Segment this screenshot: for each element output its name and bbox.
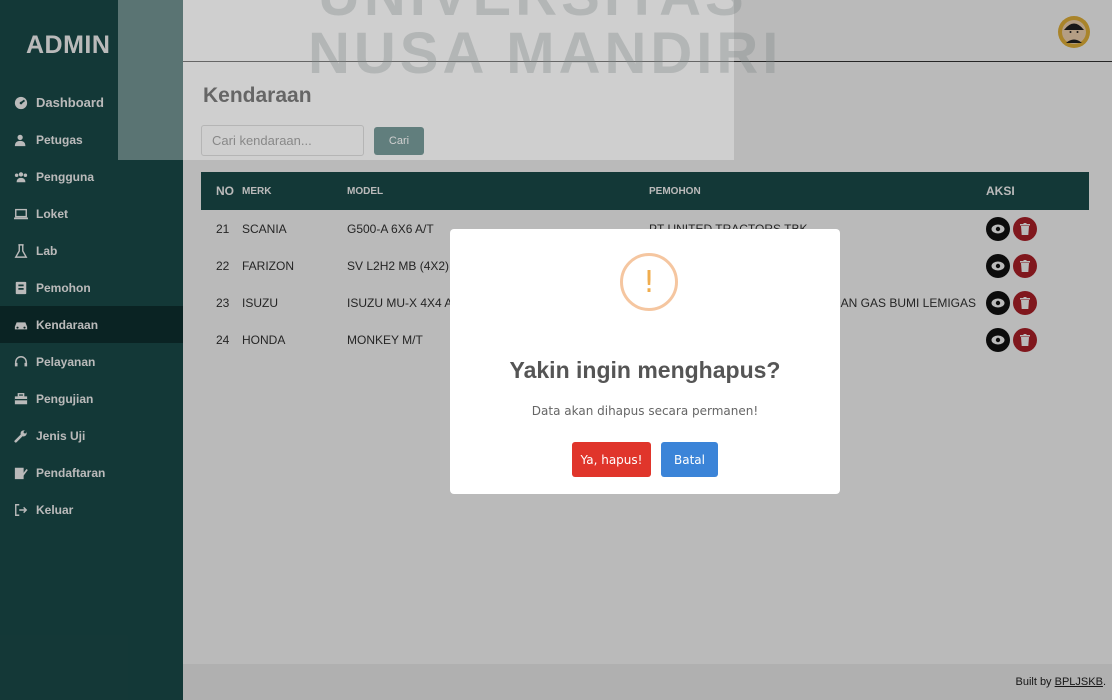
warning-icon-symbol: ! [642,264,656,300]
cancel-button[interactable]: Batal [661,442,718,477]
warning-icon: ! [620,253,678,311]
dialog-title: Yakin ingin menghapus? [509,357,781,383]
delete-confirm-dialog: ! Yakin ingin menghapus? Data akan dihap… [450,229,840,494]
watermark: UNIVERSITAS NUSA MANDIRI [118,0,778,160]
dialog-text: Data akan dihapus secara permanen! [531,404,759,418]
confirm-delete-button[interactable]: Ya, hapus! [572,442,651,477]
watermark-line-2: NUSA MANDIRI [308,21,783,86]
